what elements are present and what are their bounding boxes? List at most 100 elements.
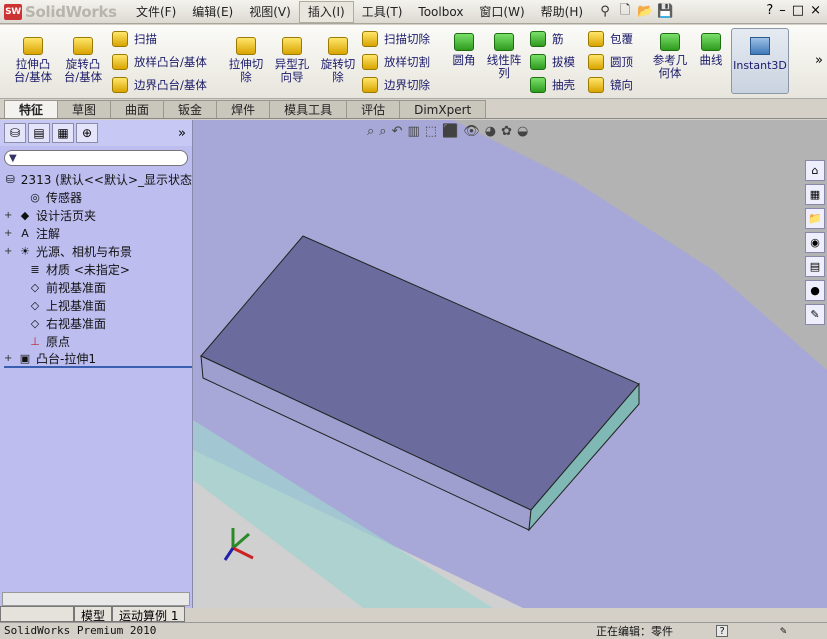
graphics-viewport[interactable]: ⌕ ⌕ ↶ ▥ ⬚ ⬛ 👁 ◕ ✿ ◒ – ⧉ × — [193, 120, 827, 608]
tree-item-origin[interactable]: ⊥ 原点 — [4, 332, 192, 350]
close-icon[interactable]: × — [810, 3, 821, 18]
custom-properties-icon[interactable]: ✎ — [805, 304, 825, 325]
boundary-boss-button[interactable]: 边界凸台/基体 — [112, 75, 207, 95]
tree-item-right-plane[interactable]: ◇ 右视基准面 — [4, 314, 192, 332]
view-settings-icon[interactable]: ◒ — [517, 124, 528, 139]
revolve-cut-button[interactable]: 旋转切 除 — [316, 37, 360, 84]
loft-boss-button[interactable]: 放样凸台/基体 — [112, 52, 207, 72]
help-icon[interactable]: ? — [766, 3, 773, 18]
extrude-boss-button[interactable]: 拉伸凸 台/基体 — [10, 37, 56, 84]
tab-surfaces[interactable]: 曲面 — [110, 100, 165, 118]
expand-toggle[interactable]: + — [4, 246, 14, 257]
tree-item-sensors[interactable]: ◎ 传感器 — [4, 188, 192, 206]
pushpin-icon[interactable]: ✎ — [780, 624, 787, 637]
linear-pattern-button[interactable]: 线性阵 列 — [484, 33, 524, 80]
boundary-cut-button[interactable]: 边界切除 — [362, 75, 430, 95]
instant3d-button[interactable]: Instant3D — [731, 28, 789, 94]
view-orientation-icon[interactable]: ⬚ — [425, 124, 437, 139]
tab-mold-tools[interactable]: 模具工具 — [269, 100, 348, 118]
tab-evaluate[interactable]: 评估 — [346, 100, 401, 118]
loft-boss-label: 放样凸台/基体 — [134, 55, 207, 69]
tab-motion-study[interactable]: 运动算例 1 — [112, 606, 186, 623]
expand-toggle[interactable]: + — [4, 210, 14, 221]
menu-window[interactable]: 窗口(W) — [471, 1, 532, 23]
viewport-minimize-icon[interactable]: – — [782, 120, 789, 123]
tree-filter-input[interactable]: ▼ — [4, 150, 188, 166]
file-explorer-icon[interactable]: 📁 — [805, 208, 825, 229]
tree-item-top-plane[interactable]: ◇ 上视基准面 — [4, 296, 192, 314]
menu-view[interactable]: 视图(V) — [241, 1, 299, 23]
config-manager-icon[interactable]: ▦ — [52, 123, 74, 143]
menu-tools[interactable]: 工具(T) — [354, 1, 411, 23]
design-library-icon[interactable]: ▦ — [805, 184, 825, 205]
dimxpert-manager-icon[interactable]: ⊕ — [76, 123, 98, 143]
viewport-restore-icon[interactable]: ⧉ — [795, 120, 804, 123]
curves-button[interactable]: 曲线 — [694, 33, 728, 67]
previous-view-icon[interactable]: ↶ — [392, 124, 403, 139]
tree-item-label: 前视基准面 — [46, 280, 107, 295]
shell-button[interactable]: 抽壳 — [530, 75, 575, 95]
menu-help[interactable]: 帮助(H) — [533, 1, 591, 23]
tree-root[interactable]: ⛁ 2313 (默认<<默认>_显示状态 — [4, 170, 192, 188]
tree-item-boss-extrude[interactable]: + ▣ 凸台-拉伸1 — [4, 350, 192, 368]
appearances-icon[interactable]: ● — [805, 280, 825, 301]
zoom-area-icon[interactable]: ⌕ — [379, 124, 386, 139]
tab-sheet-metal[interactable]: 钣金 — [163, 100, 218, 118]
dome-button[interactable]: 圆顶 — [588, 52, 633, 72]
draft-button[interactable]: 拔模 — [530, 52, 575, 72]
tab-model[interactable]: 模型 — [74, 606, 113, 623]
menu-file[interactable]: 文件(F) — [128, 1, 184, 23]
open-folder-icon[interactable]: 📂 — [635, 3, 655, 21]
feature-tree-icon[interactable]: ⛁ — [4, 123, 26, 143]
tree-item-material[interactable]: ≣ 材质 <未指定> — [4, 260, 192, 278]
apply-scene-icon[interactable]: ✿ — [501, 124, 512, 139]
menu-toolbox[interactable]: Toolbox — [410, 1, 471, 23]
fillet-button[interactable]: 圆角 — [448, 33, 480, 67]
hole-wizard-button[interactable]: 异型孔 向导 — [270, 37, 314, 84]
extrude-cut-button[interactable]: 拉伸切 除 — [224, 37, 268, 84]
tab-features[interactable]: 特征 — [4, 100, 59, 118]
rib-button[interactable]: 筋 — [530, 29, 564, 49]
tab-dimxpert[interactable]: DimXpert — [399, 100, 487, 118]
viewport-close-icon[interactable]: × — [810, 120, 821, 123]
mirror-button[interactable]: 镜向 — [588, 75, 633, 95]
minimize-icon[interactable]: – — [779, 3, 786, 18]
ref-geometry-button[interactable]: 参考几 何体 — [648, 33, 692, 80]
tab-weldments[interactable]: 焊件 — [216, 100, 271, 118]
section-view-icon[interactable]: ▥ — [407, 124, 419, 139]
expand-toggle[interactable]: + — [4, 228, 14, 239]
tree-item-annotations[interactable]: + A 注解 — [4, 224, 192, 242]
sweep-button[interactable]: 扫描 — [112, 29, 157, 49]
property-manager-icon[interactable]: ▤ — [28, 123, 50, 143]
zoom-to-fit-icon[interactable]: ⌕ — [367, 124, 374, 139]
more-commands-icon[interactable]: » — [815, 53, 823, 68]
panel-expand-icon[interactable]: » — [178, 126, 186, 141]
search-icon[interactable]: ◉ — [805, 232, 825, 253]
edit-appearance-icon[interactable]: ◕ — [485, 124, 496, 139]
display-style-icon[interactable]: ⬛ — [442, 124, 458, 139]
menu-insert[interactable]: 插入(I) — [298, 0, 354, 23]
loft-boss-icon — [112, 54, 128, 70]
tree-item-lights-cameras[interactable]: + ☀ 光源、相机与布景 — [4, 242, 192, 260]
save-icon[interactable]: 💾 — [655, 3, 675, 21]
view-palette-icon[interactable]: ▤ — [805, 256, 825, 277]
home-icon[interactable]: ⌂ — [805, 160, 825, 181]
tree-item-front-plane[interactable]: ◇ 前视基准面 — [4, 278, 192, 296]
draft-label: 拔模 — [552, 55, 575, 69]
tab-model-nav[interactable] — [0, 606, 74, 622]
wrap-button[interactable]: 包覆 — [588, 29, 633, 49]
revolve-boss-button[interactable]: 旋转凸 台/基体 — [60, 37, 106, 84]
new-document-icon[interactable]: 🗋 — [615, 3, 635, 21]
expand-toggle[interactable]: + — [4, 353, 14, 364]
help-icon[interactable]: ? — [716, 624, 728, 637]
hide-show-icon[interactable]: 👁 — [463, 124, 480, 139]
tree-item-design-binder[interactable]: + ◆ 设计活页夹 — [4, 206, 192, 224]
sweep-cut-button[interactable]: 扫描切除 — [362, 29, 430, 49]
maximize-icon[interactable]: □ — [792, 3, 804, 18]
tree-item-label: 原点 — [46, 334, 71, 349]
pin-icon[interactable]: ⚲ — [595, 3, 615, 21]
tab-sketch[interactable]: 草图 — [57, 100, 112, 118]
horizontal-scrollbar[interactable] — [2, 592, 190, 606]
menu-edit[interactable]: 编辑(E) — [184, 1, 241, 23]
loft-cut-button[interactable]: 放样切割 — [362, 52, 430, 72]
